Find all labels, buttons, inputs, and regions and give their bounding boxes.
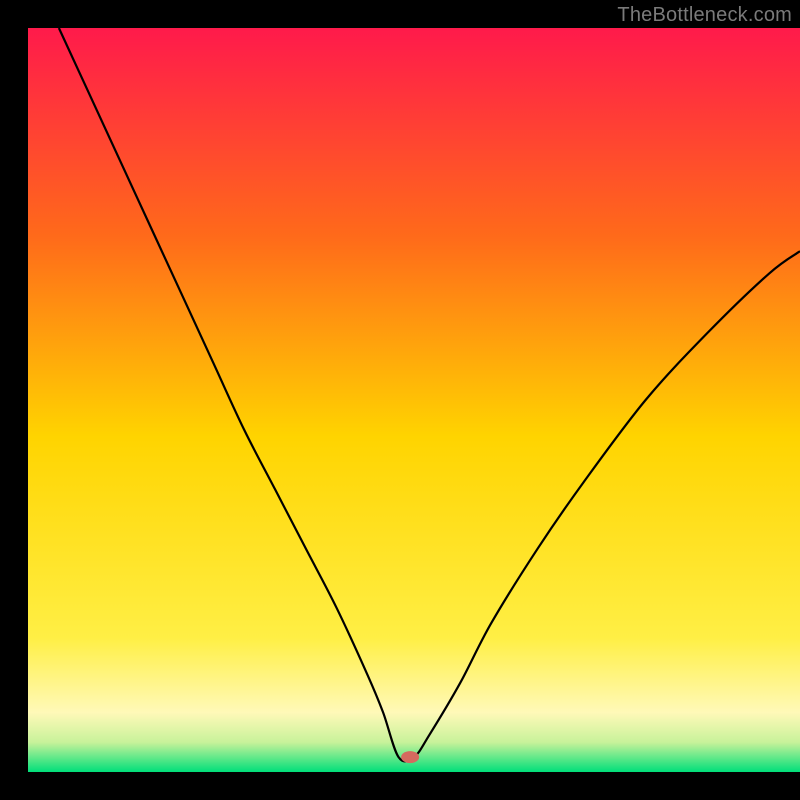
chart-container: TheBottleneck.com [0,0,800,800]
optimum-marker [401,751,419,763]
bottleneck-chart [0,0,800,800]
watermark-text: TheBottleneck.com [617,4,792,27]
plot-background [28,28,800,772]
